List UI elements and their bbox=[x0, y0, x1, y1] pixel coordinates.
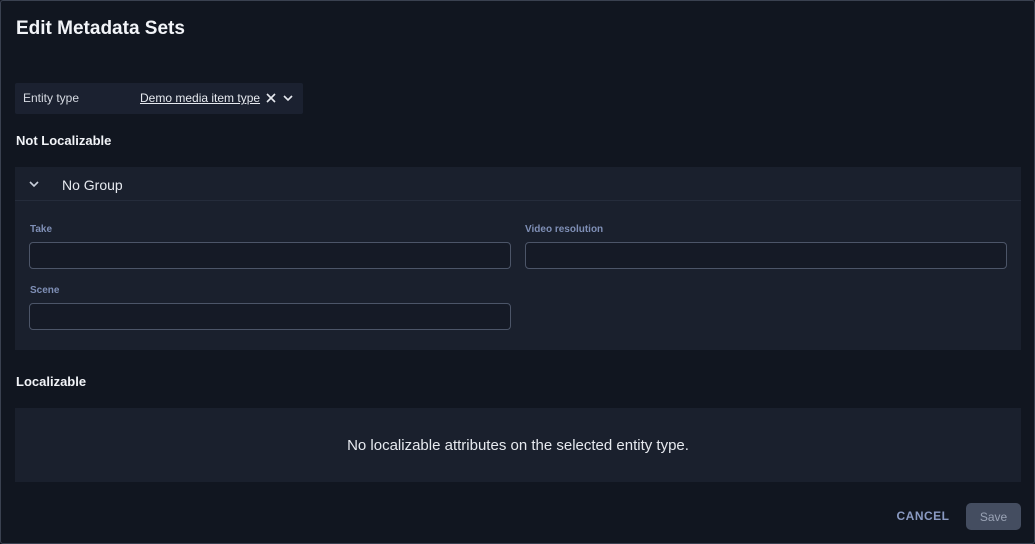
empty-message: No localizable attributes on the selecte… bbox=[347, 436, 689, 454]
chevron-down-icon[interactable] bbox=[27, 177, 41, 191]
edit-metadata-dialog: Edit Metadata Sets Entity type Demo medi… bbox=[0, 0, 1035, 544]
chevron-down-icon[interactable] bbox=[281, 90, 295, 106]
take-input[interactable] bbox=[29, 242, 511, 269]
entity-type-label: Entity type bbox=[23, 91, 80, 105]
save-button[interactable]: Save bbox=[966, 503, 1021, 530]
scene-label: Scene bbox=[30, 285, 60, 296]
entity-type-select[interactable]: Entity type Demo media item type bbox=[15, 83, 303, 114]
group-title: No Group bbox=[62, 177, 123, 193]
no-group-panel: No Group Take Video resolution Scene bbox=[15, 167, 1021, 350]
entity-type-value[interactable]: Demo media item type bbox=[140, 91, 260, 105]
no-group-header[interactable]: No Group bbox=[15, 167, 1021, 201]
video-resolution-label: Video resolution bbox=[525, 224, 604, 235]
video-resolution-input[interactable] bbox=[525, 242, 1007, 269]
cancel-button[interactable]: CANCEL bbox=[890, 504, 956, 528]
close-icon[interactable] bbox=[264, 90, 278, 106]
localizable-empty-panel: No localizable attributes on the selecte… bbox=[15, 408, 1021, 482]
scene-input[interactable] bbox=[29, 303, 511, 330]
localizable-heading: Localizable bbox=[16, 374, 87, 389]
take-label: Take bbox=[30, 224, 53, 235]
not-localizable-heading: Not Localizable bbox=[16, 133, 112, 148]
dialog-title: Edit Metadata Sets bbox=[16, 18, 185, 39]
